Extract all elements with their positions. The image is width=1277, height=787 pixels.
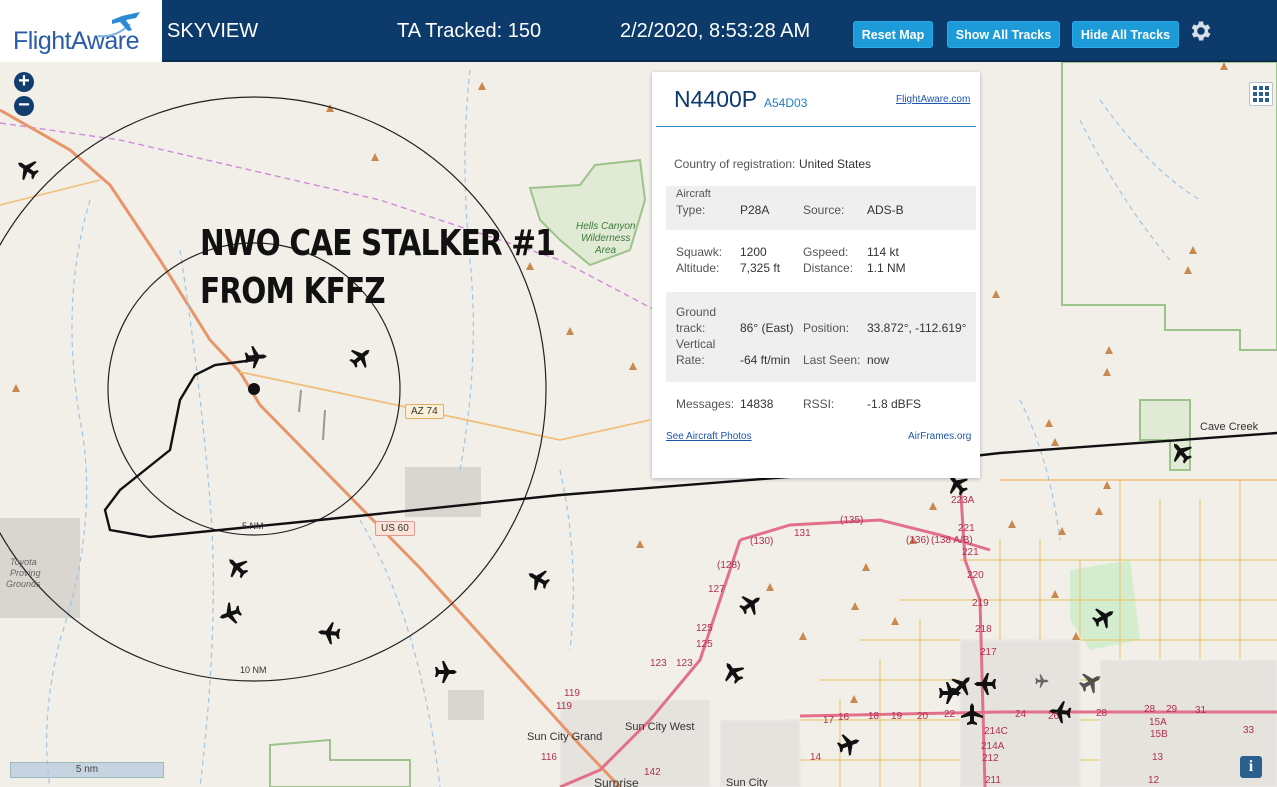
annotation-overlay: NWO CAE STALKER #1 FROM KFFZ: [200, 220, 556, 316]
position-label: Position:: [803, 321, 850, 335]
squawk-label: Squawk:: [676, 245, 723, 259]
rssi-label: RSSI:: [803, 397, 835, 411]
flightaware-link[interactable]: FlightAware.com: [896, 94, 970, 105]
annotation-line-1: NWO CAE STALKER #1: [200, 223, 556, 264]
flightaware-logo[interactable]: FlightAware: [0, 0, 162, 62]
layers-grid-icon[interactable]: [1249, 82, 1273, 106]
vrate-value: -64 ft/min: [740, 353, 791, 367]
type-label-2: Type:: [676, 203, 706, 217]
aircraft-icon[interactable]: [974, 673, 996, 695]
distance-value: 1.1 NM: [867, 261, 906, 275]
altitude-label: Altitude:: [676, 261, 720, 275]
lastseen-value: now: [867, 353, 890, 367]
type-value: P28A: [740, 203, 770, 217]
distance-label: Distance:: [803, 261, 854, 275]
info-icon[interactable]: i: [1240, 756, 1262, 778]
source-label: Source:: [803, 203, 845, 217]
aircraft-icon[interactable]: [1075, 666, 1107, 698]
hide-all-tracks-button[interactable]: Hide All Tracks: [1072, 21, 1179, 48]
settings-gear-icon[interactable]: [1188, 18, 1214, 44]
position-value: 33.872°, -112.619°: [867, 321, 967, 335]
selected-aircraft-icon[interactable]: [244, 345, 268, 369]
messages-label: Messages:: [676, 397, 735, 411]
aircraft-info-panel: N4400P A54D03 FlightAware.com Country of…: [652, 72, 980, 478]
track-value: 86° (East): [740, 321, 794, 335]
aircraft-icon[interactable]: [961, 703, 983, 725]
tracked-count: TA Tracked: 150: [397, 20, 542, 42]
airframes-link[interactable]: AirFrames.org: [908, 431, 971, 442]
aircraft-icon[interactable]: [522, 563, 554, 595]
aircraft-icon[interactable]: [735, 588, 767, 620]
show-all-tracks-button[interactable]: Show All Tracks: [947, 21, 1060, 48]
type-label-1: Aircraft: [676, 188, 711, 200]
source-value: ADS-B: [867, 203, 904, 217]
logo-plane-icon: [97, 12, 140, 38]
zoom-out-button[interactable]: −: [14, 95, 34, 116]
squawk-value: 1200: [740, 245, 767, 259]
app-name: SKYVIEW: [167, 20, 259, 42]
altitude-value: 7,325 ft: [740, 261, 781, 275]
zoom-in-button[interactable]: +: [14, 71, 34, 92]
panel-divider: [656, 126, 976, 127]
track-label-1: Ground: [676, 305, 717, 319]
country-label: Country of registration:: [674, 157, 796, 171]
annotation-line-2: FROM KFFZ: [200, 271, 386, 312]
aircraft-icon[interactable]: [834, 729, 864, 759]
map-canvas[interactable]: Hells Canyon Wilderness Area AZ 74 US 60…: [0, 62, 1277, 787]
reset-map-button[interactable]: Reset Map: [853, 21, 933, 48]
map-scale-bar: 5 nm: [10, 762, 164, 778]
aircraft-icon[interactable]: [345, 341, 377, 373]
top-bar: FlightAware SKYVIEW TA Tracked: 150 2/2/…: [0, 0, 1277, 62]
aircraft-icon[interactable]: [1165, 436, 1197, 468]
aircraft-icon[interactable]: [435, 661, 457, 683]
aircraft-icon[interactable]: [717, 656, 749, 688]
aircraft-icon[interactable]: [11, 153, 43, 185]
aircraft-callsign: N4400P: [674, 86, 758, 112]
vrate-label-1: Vertical: [676, 337, 716, 351]
aircraft-layer: [11, 153, 1197, 759]
rssi-value: -1.8 dBFS: [867, 397, 922, 411]
track-label-2: track:: [676, 321, 706, 335]
airport-icon: [1035, 674, 1049, 688]
country-value: United States: [799, 157, 872, 171]
current-datetime: 2/2/2020, 8:53:28 AM: [620, 20, 811, 42]
aircraft-icon[interactable]: [215, 599, 245, 629]
vrate-label-2: Rate:: [676, 353, 705, 367]
aircraft-icon[interactable]: [317, 621, 341, 645]
aircraft-icon[interactable]: [1088, 601, 1120, 633]
aircraft-icon[interactable]: [221, 551, 253, 583]
lastseen-label: Last Seen:: [803, 353, 861, 367]
gspeed-label: Gspeed:: [803, 245, 849, 259]
messages-value: 14838: [740, 397, 774, 411]
aircraft-photos-link[interactable]: See Aircraft Photos: [666, 431, 752, 442]
aircraft-hex: A54D03: [764, 96, 808, 110]
gspeed-value: 114 kt: [867, 245, 899, 259]
aircraft-icon[interactable]: [1048, 700, 1072, 724]
